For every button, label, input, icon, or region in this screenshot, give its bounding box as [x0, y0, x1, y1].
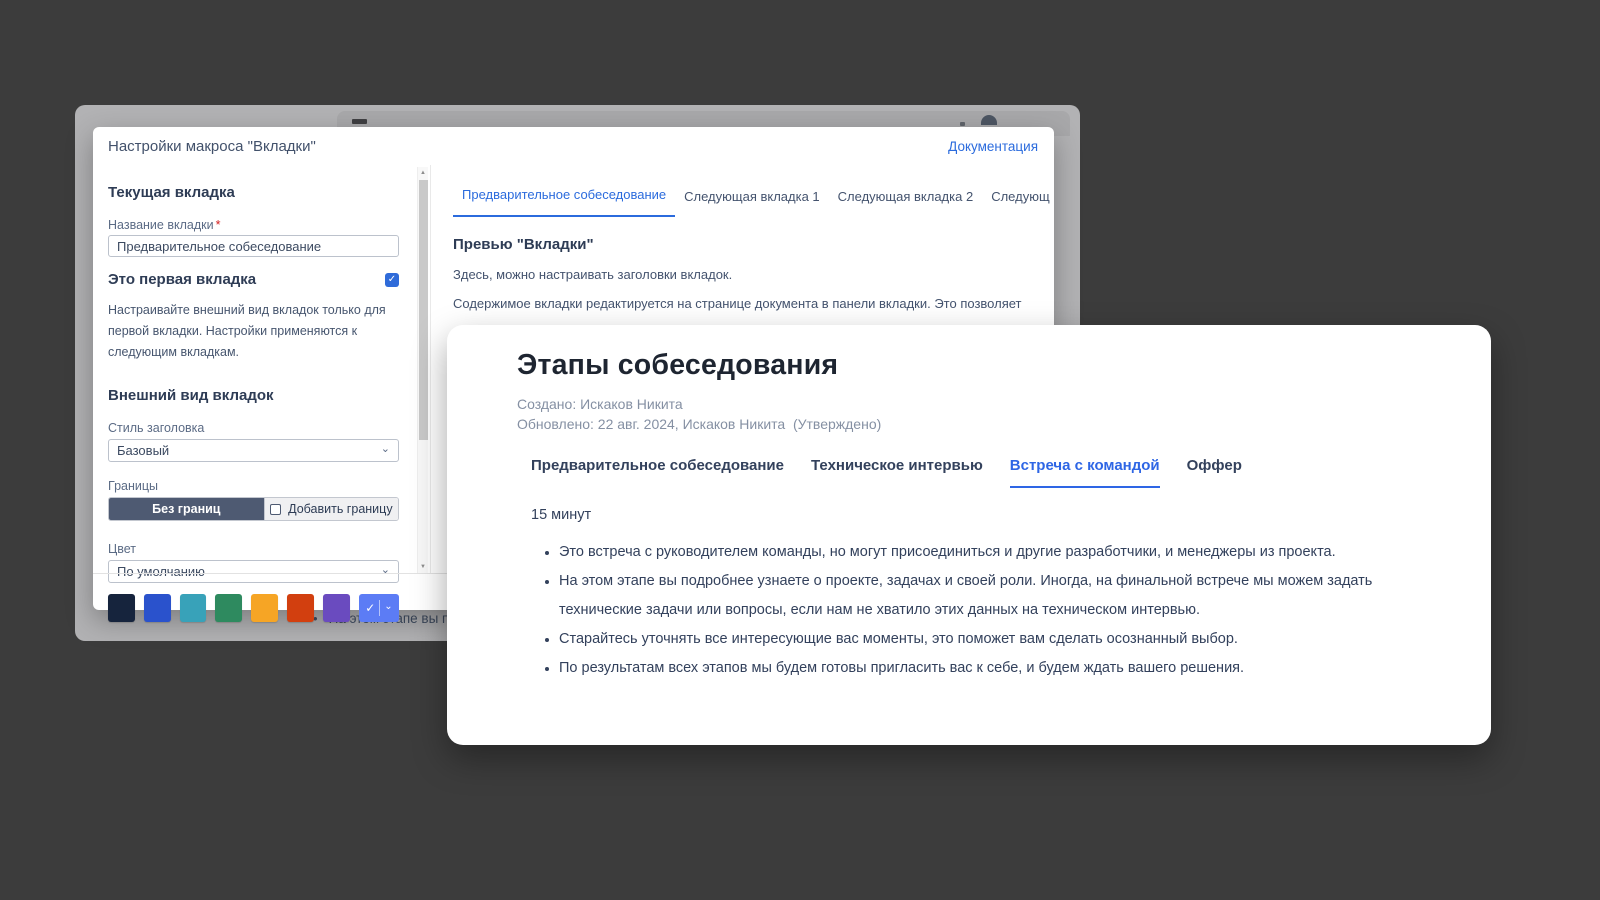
dialog-title: Настройки макроса "Вкладки"	[108, 138, 316, 155]
first-tab-help-text: Настраивайте внешний вид вкладок только …	[108, 300, 399, 363]
chevron-down-icon[interactable]: ⌄	[384, 601, 392, 612]
preview-heading: Превью "Вкладки"	[453, 236, 1053, 253]
chevron-down-icon: ⌄	[381, 563, 390, 576]
color-swatch-green[interactable]	[215, 594, 242, 622]
section-current-tab: Текущая вкладка	[108, 184, 399, 201]
dimmed-help-icon	[981, 115, 997, 125]
preview-paragraph-1: Здесь, можно настраивать заголовки вклад…	[453, 267, 1053, 282]
preview-tab-1[interactable]: Предварительное собеседование	[453, 187, 675, 217]
border-add-checkbox[interactable]	[270, 504, 281, 515]
borders-segmented-control: Без границ Добавить границу	[108, 497, 399, 521]
preview-paragraph-2: Содержимое вкладки редактируется на стра…	[453, 296, 1053, 311]
color-swatch-row: ✓ ⌄	[108, 594, 399, 622]
list-item: Это встреча с руководителем команды, но …	[559, 538, 1403, 567]
color-swatch-dark-navy[interactable]	[108, 594, 135, 622]
form-scrollbar[interactable]: ▲ ▼	[417, 167, 428, 573]
check-icon: ✓	[365, 601, 375, 615]
color-label: Цвет	[108, 542, 399, 556]
macro-form-panel: Текущая вкладка Название вкладки* Это пе…	[108, 177, 399, 622]
color-swatch-purple[interactable]	[323, 594, 350, 622]
style-select[interactable]: Базовый ⌄	[108, 439, 399, 462]
tab-name-input[interactable]	[108, 235, 399, 257]
borders-label: Границы	[108, 479, 399, 493]
border-add-label: Добавить границу	[288, 502, 392, 516]
page-title: Этапы собеседования	[517, 349, 1491, 382]
style-select-value: Базовый	[117, 443, 169, 458]
split-divider	[379, 600, 380, 616]
style-label: Стиль заголовка	[108, 421, 399, 435]
apply-color-button[interactable]: ✓ ⌄	[359, 594, 399, 622]
doc-tab-offer[interactable]: Оффер	[1187, 457, 1242, 488]
preview-tabs: Предварительное собеседование Следующая …	[453, 186, 1053, 217]
created-by-line: Создано: Искаков Никита	[517, 395, 1491, 415]
updated-by-line: Обновлено: 22 авг. 2024, Искаков Никита …	[517, 415, 1491, 435]
list-item: Старайтесь уточнять все интересующие вас…	[559, 625, 1403, 654]
chevron-down-icon: ⌄	[381, 442, 390, 455]
doc-tab-preliminary[interactable]: Предварительное собеседование	[531, 457, 784, 488]
section-appearance: Внешний вид вкладок	[108, 387, 399, 404]
dimmed-partial-glyph	[352, 119, 367, 124]
doc-tab-technical[interactable]: Техническое интервью	[811, 457, 983, 488]
interview-stages-card: Этапы собеседования Создано: Искаков Ник…	[447, 325, 1491, 745]
preview-tab-3[interactable]: Следующая вкладка 2	[829, 189, 983, 217]
color-swatch-blue[interactable]	[144, 594, 171, 622]
first-tab-label: Это первая вкладка	[108, 271, 256, 288]
required-asterisk: *	[216, 218, 221, 232]
color-select[interactable]: По умолчанию ⌄	[108, 560, 399, 583]
dialog-header: Настройки макроса "Вкладки" Документация	[93, 127, 1054, 165]
scroll-up-icon[interactable]: ▲	[418, 170, 428, 176]
color-swatch-teal[interactable]	[180, 594, 207, 622]
stage-description-list: Это встреча с руководителем команды, но …	[531, 538, 1403, 683]
border-none-segment[interactable]: Без границ	[109, 498, 264, 520]
color-swatch-amber[interactable]	[251, 594, 278, 622]
scrollbar-thumb[interactable]	[419, 180, 428, 440]
color-select-value: По умолчанию	[117, 564, 205, 579]
doc-tab-team-meeting[interactable]: Встреча с командой	[1010, 457, 1160, 488]
color-swatch-red-orange[interactable]	[287, 594, 314, 622]
document-tabs: Предварительное собеседование Техническо…	[531, 457, 1491, 488]
tab-name-label: Название вкладки*	[108, 218, 399, 232]
list-item: По результатам всех этапов мы будем гото…	[559, 654, 1403, 683]
border-add-segment[interactable]: Добавить границу	[264, 498, 398, 520]
scroll-down-icon[interactable]: ▼	[418, 564, 428, 570]
first-tab-checkbox[interactable]: ✓	[385, 273, 399, 287]
preview-tab-4-truncated[interactable]: Следующ	[982, 189, 1053, 217]
documentation-link[interactable]: Документация	[948, 139, 1038, 154]
dimmed-partial-icon	[960, 122, 965, 126]
preview-tab-2[interactable]: Следующая вкладка 1	[675, 189, 829, 217]
list-item: На этом этапе вы подробнее узнаете о про…	[559, 567, 1403, 625]
duration-text: 15 минут	[531, 507, 1491, 523]
